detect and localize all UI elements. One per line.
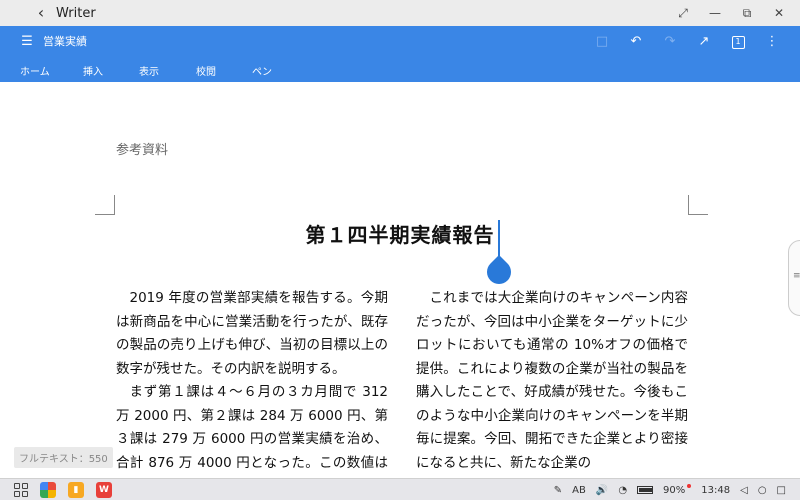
tab-pen[interactable]: ペン: [252, 63, 272, 78]
redo-icon[interactable]: ↷: [662, 34, 678, 49]
pinwheel-app-icon[interactable]: [40, 482, 56, 498]
left-column[interactable]: 2019 年度の営業部実績を報告する。今期は新商品を中心に営業活動を行ったが、既…: [116, 287, 388, 478]
toolbar-actions: □ ↶ ↷ ↗ 1 ⋮: [594, 26, 780, 56]
notification-dot: [687, 484, 692, 488]
document-heading[interactable]: 第１四半期実績報告: [0, 219, 800, 248]
volume-icon[interactable]: 🔊: [596, 485, 608, 496]
wps-app-icon[interactable]: W: [96, 482, 112, 498]
restore-icon[interactable]: ⧉: [740, 6, 754, 21]
paragraph[interactable]: 2019 年度の営業部実績を報告する。今期は新商品を中心に営業活動を行ったが、既…: [116, 287, 388, 381]
tab-home[interactable]: ホーム: [20, 63, 50, 78]
save-icon[interactable]: □: [594, 34, 610, 49]
pen-icon[interactable]: ✎: [554, 485, 562, 496]
tab-view[interactable]: 表示: [139, 63, 159, 78]
taskbar-apps: ▮ W: [14, 479, 112, 500]
paragraph[interactable]: これまでは大企業向けのキャンペーン内容だったが、今回は中小企業をターゲットに少ロ…: [416, 287, 688, 475]
tab-insert[interactable]: 挿入: [83, 63, 103, 78]
side-panel-handle[interactable]: ≡: [788, 240, 800, 316]
nav-back-icon[interactable]: ◁: [740, 485, 748, 496]
app-title: Writer: [56, 5, 96, 21]
expand-icon[interactable]: ⤢: [676, 6, 690, 21]
right-column[interactable]: これまでは大企業向けのキャンペーン内容だったが、今回は中小企業をターゲットに少ロ…: [416, 287, 688, 475]
back-icon[interactable]: ‹: [30, 0, 52, 26]
system-tray: ✎ AB 🔊 ◔ 90% 13:48 ◁ ○ □: [554, 479, 786, 500]
page-badge: 1: [731, 36, 745, 49]
document-canvas[interactable]: 参考資料 第１四半期実績報告 2019 年度の営業部実績を報告する。今期は新商品…: [0, 82, 800, 478]
ribbon-tabs: ホーム 挿入 表示 校閲 ペン: [0, 56, 800, 82]
paragraph[interactable]: まず第１課は４〜６月の３カ月間で 312 万 2000 円、第２課は 284 万…: [116, 381, 388, 478]
nav-recents-icon[interactable]: □: [777, 485, 786, 496]
more-icon[interactable]: ⋮: [764, 34, 780, 49]
clock[interactable]: 13:48: [701, 485, 730, 496]
tab-review[interactable]: 校閲: [196, 63, 216, 78]
undo-icon[interactable]: ↶: [628, 34, 644, 49]
margin-corner-right: [688, 195, 708, 215]
drag-grip-icon: ≡: [793, 271, 800, 281]
folder-app-icon[interactable]: ▮: [68, 482, 84, 498]
document-name: 営業実績: [43, 35, 87, 48]
cursor-handle[interactable]: [482, 255, 516, 289]
page-header: 参考資料: [116, 143, 169, 158]
margin-corner-left: [95, 195, 115, 215]
page-icon[interactable]: 1: [730, 33, 746, 49]
share-icon[interactable]: ↗: [696, 34, 712, 49]
taskbar: ▮ W ✎ AB 🔊 ◔ 90% 13:48 ◁ ○ □: [0, 478, 800, 500]
window-controls: ⤢ — ⧉ ✕: [676, 0, 786, 26]
grid-icon[interactable]: [14, 483, 28, 497]
title-bar: ‹ Writer ⤢ — ⧉ ✕: [0, 0, 800, 26]
close-icon[interactable]: ✕: [772, 6, 786, 20]
document-toolbar: ☰ 営業実績 □ ↶ ↷ ↗ 1 ⋮: [0, 26, 800, 56]
battery-icon: [637, 486, 654, 494]
hamburger-menu-icon[interactable]: ☰: [20, 34, 34, 49]
word-count-badge: フルテキスト：550: [14, 447, 113, 468]
nav-home-icon[interactable]: ○: [758, 485, 767, 496]
input-mode[interactable]: AB: [572, 485, 586, 496]
battery-level: 90%: [663, 484, 686, 496]
wifi-icon[interactable]: ◔: [618, 485, 627, 496]
minimize-icon[interactable]: —: [708, 6, 722, 20]
